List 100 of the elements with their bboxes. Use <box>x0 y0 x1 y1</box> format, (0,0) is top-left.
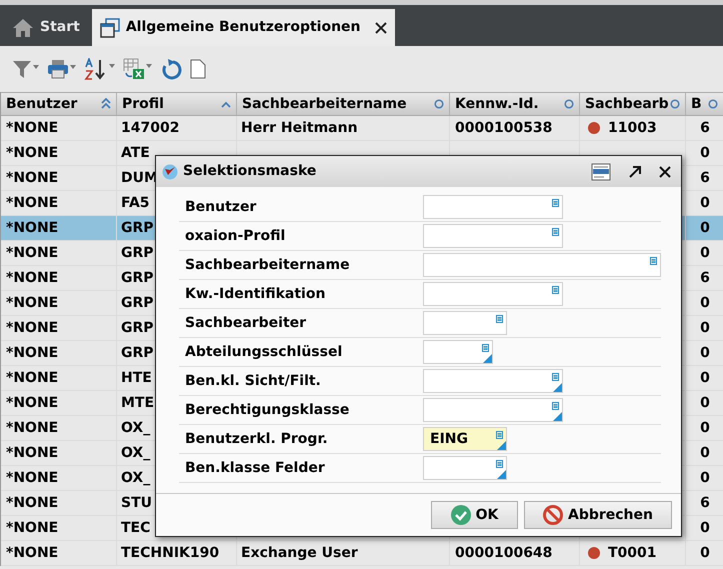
table-cell-text: *NONE <box>6 144 58 162</box>
tab[interactable]: Allgemeine Benutzeroptionen <box>92 9 395 46</box>
field-label: Abteilungsschlüssel <box>184 342 344 362</box>
list-icon[interactable] <box>552 199 559 207</box>
table-cell-text: 0 <box>700 144 710 162</box>
list-icon[interactable] <box>552 228 559 236</box>
prohibited-icon <box>542 505 563 525</box>
input-field[interactable] <box>423 195 563 219</box>
column-header[interactable]: Profil <box>117 93 237 115</box>
input-field[interactable] <box>423 398 563 422</box>
table-cell-text: 0 <box>700 444 710 462</box>
input-field[interactable] <box>423 224 563 248</box>
table-cell-text: *NONE <box>6 418 58 438</box>
table-cell-text: 0 <box>700 418 710 438</box>
input-field[interactable] <box>423 456 507 480</box>
filter-icon[interactable] <box>12 59 39 79</box>
status-dot <box>588 122 600 134</box>
list-icon[interactable] <box>496 315 503 323</box>
circle-icon[interactable] <box>434 99 444 109</box>
table-cell-text: Herr Heitmann <box>241 118 358 138</box>
status-dot <box>588 547 600 559</box>
circle-icon[interactable] <box>670 99 680 109</box>
table-cell-text: *NONE <box>6 394 58 412</box>
table-cell-text: *NONE <box>6 218 58 238</box>
table-cell-text: 11003 <box>608 118 657 138</box>
close-icon[interactable] <box>659 166 671 178</box>
input-field[interactable]: EING <box>423 427 507 451</box>
table-cell-text: 0 <box>700 218 710 238</box>
table-cell-text: T0001 <box>608 544 657 562</box>
cancel-button[interactable]: Abbrechen <box>524 501 672 529</box>
app-logo-icon <box>162 164 178 180</box>
list-icon[interactable] <box>552 373 559 381</box>
column-header[interactable]: Benutzer <box>1 93 117 115</box>
list-icon[interactable] <box>496 431 503 439</box>
table-cell-text: GRP <box>121 218 154 238</box>
table-cell-text: 6 <box>700 118 710 138</box>
table-cell-text: *NONE <box>6 194 58 212</box>
table-cell-text: 0 <box>700 244 710 262</box>
column-header[interactable]: Kennw.-Id. <box>450 93 580 115</box>
table-cell-text: *NONE <box>6 244 58 262</box>
list-icon[interactable] <box>552 402 559 410</box>
field-label: Ben.kl. Sicht/Filt. <box>184 372 322 390</box>
printer-icon[interactable] <box>47 59 76 79</box>
document-icon[interactable] <box>190 59 206 79</box>
column-header[interactable]: B <box>686 93 723 115</box>
table-cell-text: 147002 <box>121 118 180 138</box>
table-cell-text: *NONE <box>6 294 58 312</box>
column-header[interactable]: Sachbearb <box>580 93 686 115</box>
table-cell-text: *NONE <box>6 368 58 388</box>
field-label: Ben.klasse Felder <box>184 458 326 478</box>
table-cell-text: FA5 <box>121 194 150 212</box>
form-layout-icon[interactable] <box>591 162 611 180</box>
table-cell-text: 0 <box>700 194 710 212</box>
list-icon[interactable] <box>482 344 489 352</box>
table-cell-text: *NONE <box>6 494 58 512</box>
table-cell-text: MTE <box>121 394 154 412</box>
table-cell-text: 0 <box>700 344 710 362</box>
corner-marker-icon <box>483 354 492 363</box>
table-cell-text: 0 <box>700 394 710 412</box>
field-label: Kw.-Identifikation <box>184 284 326 304</box>
list-icon[interactable] <box>496 460 503 468</box>
table-cell-text: 6 <box>700 494 710 512</box>
table-cell-text: 0 <box>700 318 710 338</box>
input-field[interactable] <box>423 311 507 335</box>
input-field[interactable] <box>423 340 493 364</box>
ok-button[interactable]: OK <box>431 501 518 529</box>
table-cell-text: GRP <box>121 344 154 362</box>
list-icon[interactable] <box>650 257 657 265</box>
table-cell-text: OX_ <box>121 444 150 462</box>
table-cell-text: Exchange User <box>241 544 358 562</box>
home-icon <box>12 18 34 38</box>
list-icon[interactable] <box>552 286 559 294</box>
corner-marker-icon <box>497 441 506 450</box>
table-cell-text: 0000100648 <box>455 544 552 562</box>
circle-icon[interactable] <box>564 99 574 109</box>
expand-icon[interactable] <box>628 164 642 178</box>
field-label: Berechtigungsklasse <box>184 400 350 420</box>
table-cell-text: HTE <box>121 368 152 388</box>
input-field[interactable] <box>423 253 661 277</box>
input-field[interactable] <box>423 282 563 306</box>
table-cell-text: 0 <box>700 468 710 488</box>
sort-az-icon[interactable] <box>84 58 115 80</box>
table-cell-text: GRP <box>121 294 154 312</box>
table-cell-text: 0 <box>700 544 710 562</box>
field-label: oxaion-Profil <box>184 226 286 246</box>
table-cell-text: 6 <box>700 268 710 288</box>
sort-icon[interactable] <box>221 100 231 108</box>
input-field[interactable] <box>423 369 563 393</box>
table-cell-text: OX_ <box>121 468 150 488</box>
close-icon[interactable] <box>374 22 387 34</box>
table-cell-text: 6 <box>700 168 710 188</box>
table-cell-text: 0 <box>700 368 710 388</box>
excel-export-icon[interactable] <box>123 58 152 80</box>
field-label: Benutzerkl. Progr. <box>184 430 329 448</box>
tab[interactable]: Start <box>2 9 90 46</box>
circle-icon[interactable] <box>708 99 718 109</box>
corner-marker-icon <box>553 412 562 421</box>
column-header[interactable]: Sachbearbeitername <box>237 93 450 115</box>
refresh-icon[interactable] <box>160 58 182 80</box>
sort-icon[interactable] <box>101 98 111 110</box>
